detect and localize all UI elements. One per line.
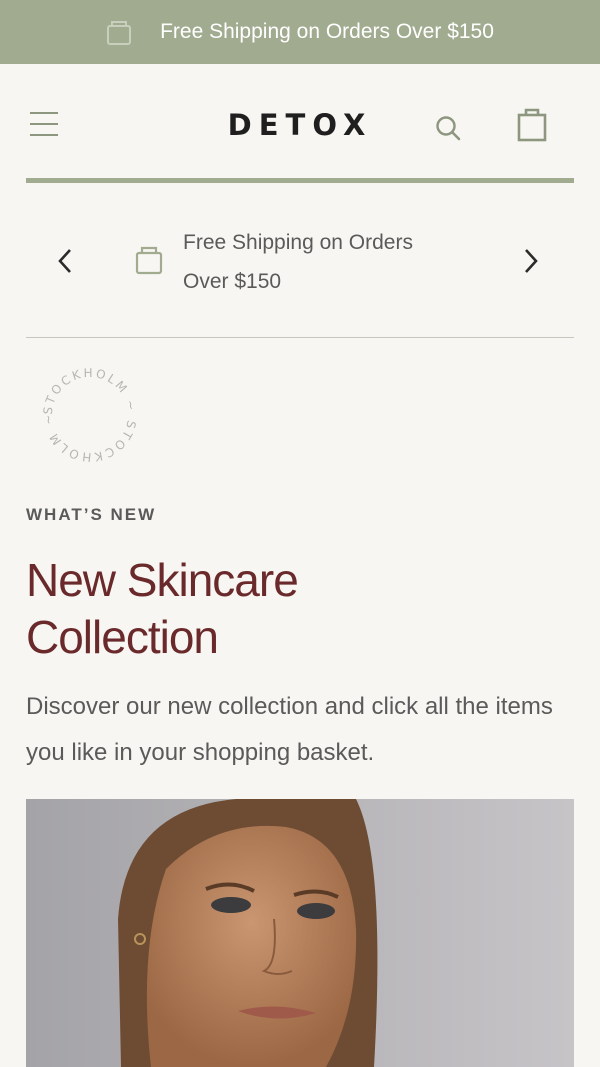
announcement-text: Free Shipping on Orders Over $150: [183, 223, 453, 301]
svg-text:STOCKHOLM ~ STOCKHOLM ~: STOCKHOLM ~ STOCKHOLM ~: [41, 366, 140, 464]
shopping-bag-icon[interactable]: [516, 108, 548, 142]
chevron-left-icon[interactable]: [54, 246, 78, 276]
site-logo[interactable]: DETOX: [190, 108, 410, 142]
announcement-carousel: Free Shipping on Orders Over $150: [26, 183, 574, 338]
section-description: Discover our new collection and click al…: [26, 693, 553, 766]
shopping-bag-icon: [106, 19, 132, 45]
site-header: DETOX: [0, 64, 600, 182]
stamp-text: STOCKHOLM ~ STOCKHOLM ~: [41, 366, 137, 464]
promo-text: Free Shipping on Orders Over $150: [160, 20, 494, 43]
headline-line-1: New Skincare: [26, 554, 299, 606]
chevron-right-icon[interactable]: [518, 246, 542, 276]
promo-bar: Free Shipping on Orders Over $150: [0, 0, 600, 64]
announcement-line-2: Over $150: [183, 270, 282, 293]
announcement-line-1: Free Shipping on Orders: [183, 231, 413, 254]
search-icon[interactable]: [434, 114, 462, 142]
section-eyebrow: WHAT’S NEW: [26, 505, 157, 524]
hero-image: [26, 799, 574, 1067]
hamburger-menu-icon[interactable]: [30, 112, 58, 136]
shopping-bag-icon: [134, 245, 164, 275]
page-title: New Skincare Collection: [26, 552, 566, 666]
headline-line-2: Collection: [26, 611, 219, 663]
stockholm-stamp: STOCKHOLM ~ STOCKHOLM ~: [40, 365, 140, 465]
